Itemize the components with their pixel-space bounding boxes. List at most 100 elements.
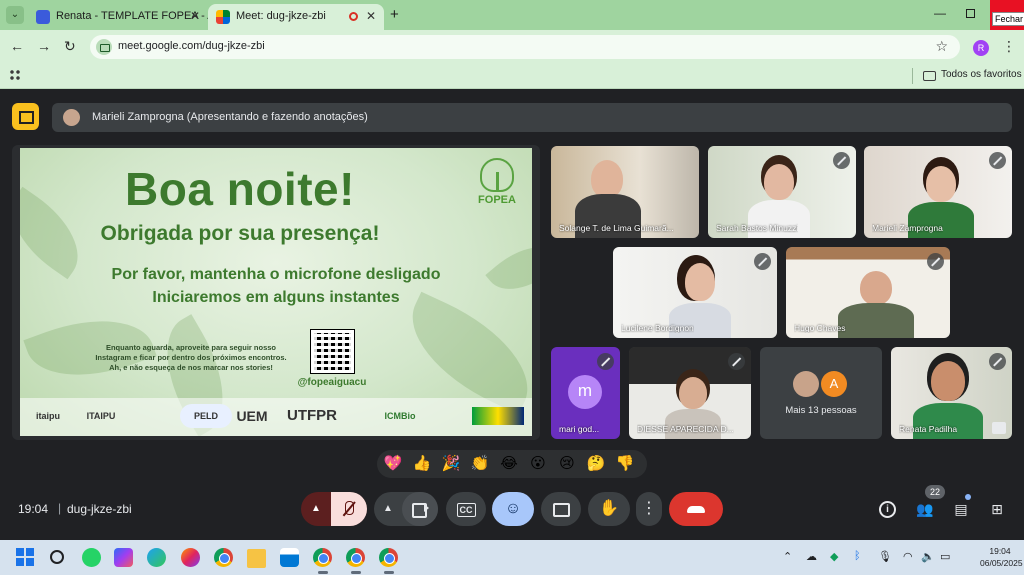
chrome-icon[interactable] bbox=[346, 548, 365, 567]
tab-favicon-icon bbox=[36, 10, 50, 24]
chrome-icon[interactable] bbox=[379, 548, 398, 567]
folder-icon[interactable] bbox=[923, 71, 936, 81]
participant-body bbox=[838, 303, 914, 338]
mic-off-button[interactable] bbox=[331, 492, 367, 526]
firefox-icon[interactable] bbox=[181, 548, 200, 567]
people-icon[interactable]: 👥 bbox=[915, 499, 935, 519]
tab-search-button[interactable]: ⌄ bbox=[6, 6, 24, 24]
partner-logo: UEM bbox=[236, 408, 268, 424]
close-tab-icon[interactable]: ✕ bbox=[190, 4, 200, 28]
clap-reaction-icon[interactable]: 👏 bbox=[470, 454, 490, 474]
bluetooth-icon[interactable]: ᛒ bbox=[854, 550, 861, 562]
laugh-reaction-icon[interactable]: 😂 bbox=[499, 454, 519, 474]
tray-app-icon[interactable]: ☁ bbox=[806, 550, 817, 563]
participant-tile[interactable]: Solange T. de Lima Guimarã... bbox=[551, 146, 699, 238]
tray-app-icon[interactable]: ◆ bbox=[830, 550, 838, 563]
raise-hand-button[interactable]: ✋ bbox=[588, 492, 630, 526]
profile-avatar[interactable]: R bbox=[973, 40, 989, 56]
reaction-bar: 💖 👍 🎉 👏 😂 😮 😢 🤔 👎 bbox=[377, 450, 647, 478]
edge-icon[interactable] bbox=[147, 548, 166, 567]
copilot-icon[interactable] bbox=[114, 548, 133, 567]
leave-call-button[interactable] bbox=[669, 492, 723, 526]
participant-head bbox=[679, 377, 707, 409]
bookmarks-bar: Todos os favoritos bbox=[0, 63, 1024, 89]
video-options-chevron-icon[interactable]: ▲ bbox=[374, 492, 402, 526]
more-options-button[interactable]: ⋮ bbox=[636, 492, 662, 526]
captions-button[interactable] bbox=[446, 492, 486, 526]
start-menu-icon[interactable] bbox=[16, 548, 35, 567]
participant-name: Renata Padilha bbox=[899, 424, 958, 434]
address-bar[interactable]: meet.google.com/dug-jkze-zbi ☆ bbox=[90, 35, 960, 59]
participant-tile[interactable]: Sarah Bastos Minuzzi bbox=[708, 146, 856, 238]
back-button[interactable]: ← bbox=[10, 38, 24, 54]
site-info-icon[interactable] bbox=[96, 39, 112, 55]
participant-tile[interactable]: Lucilene Bordignon bbox=[613, 247, 777, 338]
activities-grid-icon[interactable]: ⊞ bbox=[987, 499, 1007, 519]
forward-button[interactable]: → bbox=[37, 38, 51, 54]
system-clock[interactable]: 19:04 06/05/2025 bbox=[980, 545, 1023, 569]
participant-tile[interactable]: Hugo Chaves bbox=[786, 247, 950, 338]
active-app-indicator bbox=[384, 571, 394, 574]
battery-icon[interactable]: ▭ bbox=[940, 550, 950, 563]
fopea-logo-text: FOPEA bbox=[478, 194, 516, 206]
present-screen-button[interactable] bbox=[541, 492, 581, 526]
participant-head bbox=[685, 263, 715, 301]
bookmark-star-icon[interactable]: ☆ bbox=[935, 38, 948, 55]
all-bookmarks-link[interactable]: Todos os favoritos bbox=[941, 69, 1022, 80]
chat-icon[interactable]: ▤ bbox=[951, 499, 971, 519]
partner-logo: PELD IGUAÇU bbox=[180, 404, 232, 436]
thumbs-up-reaction-icon[interactable]: 👍 bbox=[412, 454, 432, 474]
participant-avatar: m bbox=[568, 375, 602, 409]
thinking-reaction-icon[interactable]: 🤔 bbox=[586, 454, 606, 474]
camera-button[interactable] bbox=[402, 492, 438, 526]
volume-icon[interactable]: 🔈 bbox=[921, 550, 935, 563]
participant-tile[interactable]: Renata Padilha bbox=[891, 347, 1012, 439]
pin-icon[interactable] bbox=[992, 422, 1006, 434]
participant-tile[interactable]: Marieli Zamprogna bbox=[864, 146, 1012, 238]
show-hidden-icons-chevron[interactable]: ⌃ bbox=[783, 550, 792, 563]
minimize-button[interactable]: — bbox=[934, 6, 946, 20]
heart-reaction-icon[interactable]: 💖 bbox=[383, 454, 403, 474]
tab-strip: ⌄ Renata - TEMPLATE FOPEA - Ap ✕ Meet: d… bbox=[0, 0, 1024, 30]
participant-tile[interactable]: m mari god... bbox=[551, 347, 620, 439]
more-people-label: Mais 13 pessoas bbox=[785, 405, 857, 416]
partner-logo: itaipu parquetec bbox=[26, 411, 69, 436]
participant-avatar bbox=[793, 371, 819, 397]
apps-grid-icon[interactable] bbox=[9, 69, 21, 81]
whatsapp-icon[interactable] bbox=[82, 548, 101, 567]
participant-tile[interactable]: DIESSE APARECIDA D... bbox=[629, 347, 751, 439]
reactions-button[interactable]: ☺ bbox=[492, 492, 534, 526]
microphone-icon[interactable]: 🎙 bbox=[878, 550, 892, 563]
presentation-icon[interactable] bbox=[12, 103, 39, 130]
close-tab-icon[interactable]: ✕ bbox=[366, 4, 376, 28]
partner-logo: ITAIPU bbox=[86, 411, 116, 421]
muted-mic-icon bbox=[597, 353, 614, 370]
store-icon[interactable] bbox=[280, 548, 299, 567]
wifi-icon[interactable]: ◠ bbox=[903, 550, 913, 563]
browser-menu-icon[interactable]: ⋮ bbox=[1002, 38, 1016, 55]
party-reaction-icon[interactable]: 🎉 bbox=[441, 454, 461, 474]
restore-button[interactable] bbox=[966, 9, 975, 18]
more-people-tile[interactable]: A Mais 13 pessoas bbox=[760, 347, 882, 439]
meeting-info-icon[interactable]: i bbox=[879, 501, 896, 518]
camera-control: ▲ bbox=[374, 492, 438, 526]
sad-reaction-icon[interactable]: 😢 bbox=[557, 454, 577, 474]
audio-options-chevron-icon[interactable]: ▲ bbox=[301, 492, 331, 526]
partner-logo: UTFPR bbox=[287, 407, 337, 424]
new-tab-button[interactable]: + bbox=[390, 6, 399, 23]
chrome-profile-icon[interactable] bbox=[313, 548, 332, 567]
reload-button[interactable]: ↻ bbox=[64, 38, 76, 55]
chrome-icon[interactable] bbox=[214, 548, 233, 567]
browser-tab-template[interactable]: Renata - TEMPLATE FOPEA - Ap ✕ bbox=[28, 4, 208, 30]
thumbs-down-reaction-icon[interactable]: 👎 bbox=[615, 454, 635, 474]
divider: | bbox=[58, 501, 62, 515]
participant-head bbox=[931, 361, 965, 401]
taskbar-search-icon[interactable] bbox=[50, 550, 64, 564]
presented-slide[interactable]: Boa noite! Obrigada por sua presença! Po… bbox=[20, 148, 532, 436]
slide-line-1: Por favor, mantenha o microfone desligad… bbox=[111, 266, 441, 283]
surprised-reaction-icon[interactable]: 😮 bbox=[528, 454, 548, 474]
browser-tab-meet[interactable]: Meet: dug-jkze-zbi ✕ bbox=[208, 4, 384, 30]
file-explorer-icon[interactable] bbox=[247, 549, 266, 568]
muted-mic-icon bbox=[989, 152, 1006, 169]
participant-name: Marieli Zamprogna bbox=[872, 223, 943, 233]
